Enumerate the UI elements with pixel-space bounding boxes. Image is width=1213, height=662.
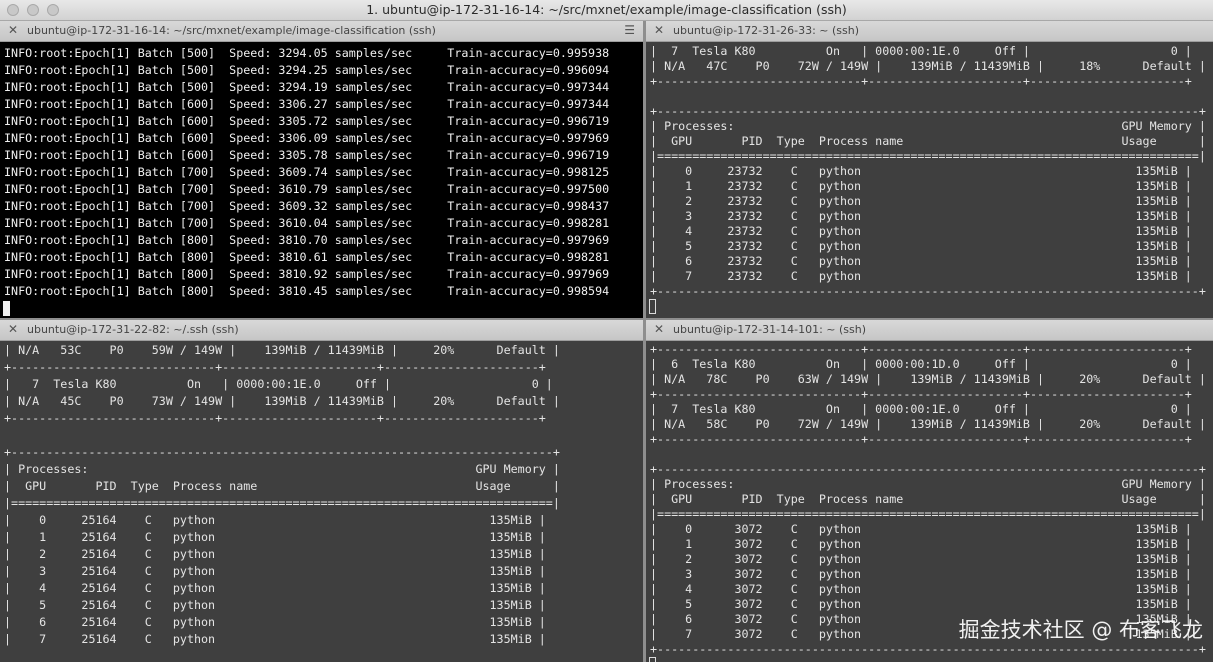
terminal-line: +-----------------------------+---------… [650, 387, 1192, 401]
terminal-cursor [649, 657, 656, 662]
terminal-line: | 5 3072 C python 135MiB | [650, 597, 1192, 611]
terminal-line: INFO:root:Epoch[1] Batch [600] Speed: 33… [4, 114, 610, 128]
pane-title: ubuntu@ip-172-31-22-82: ~/.ssh (ssh) [27, 323, 239, 336]
terminal-line: | 4 25164 C python 135MiB | [4, 581, 546, 595]
terminal-line: | 7 23732 C python 135MiB | [650, 269, 1192, 283]
terminal-line: | 7 25164 C python 135MiB | [4, 632, 546, 646]
terminal-line: | 1 25164 C python 135MiB | [4, 530, 546, 544]
terminal-line: | 1 23732 C python 135MiB | [650, 179, 1192, 193]
terminal-line: | 7 Tesla K80 On | 0000:00:1E.0 Off | 0 … [4, 377, 553, 391]
terminal-line: | N/A 78C P0 63W / 149W | 139MiB / 11439… [650, 372, 1206, 386]
terminal-line: | GPU PID Type Process name Usage | [650, 134, 1206, 148]
terminal-line: +---------------------------------------… [4, 445, 560, 459]
close-icon[interactable]: ✕ [8, 322, 18, 336]
terminal-line: INFO:root:Epoch[1] Batch [500] Speed: 32… [4, 46, 610, 60]
terminal-line: | 4 23732 C python 135MiB | [650, 224, 1192, 238]
close-icon[interactable]: ✕ [654, 23, 664, 37]
pane-divider-vertical[interactable] [643, 21, 646, 662]
terminal-line: +---------------------------------------… [650, 104, 1206, 118]
pane-tab[interactable]: ✕ ubuntu@ip-172-31-14-101: ~ (ssh) [646, 320, 1213, 341]
terminal-line: | N/A 45C P0 73W / 149W | 139MiB / 11439… [4, 394, 560, 408]
terminal-line: INFO:root:Epoch[1] Batch [600] Speed: 33… [4, 148, 610, 162]
window-title: 1. ubuntu@ip-172-31-16-14: ~/src/mxnet/e… [366, 2, 847, 17]
pane-tab[interactable]: ✕ ubuntu@ip-172-31-26-33: ~ (ssh) [646, 21, 1213, 42]
terminal-line: +-----------------------------+---------… [650, 432, 1192, 446]
terminal-line: +---------------------------------------… [650, 284, 1206, 298]
terminal-line: | 2 3072 C python 135MiB | [650, 552, 1192, 566]
terminal-line: | 0 23732 C python 135MiB | [650, 164, 1192, 178]
terminal-line: +---------------------------------------… [650, 462, 1206, 476]
pane-divider-horizontal[interactable] [0, 318, 1213, 320]
terminal-line: |=======================================… [650, 507, 1206, 521]
pane-tab[interactable]: ✕ ubuntu@ip-172-31-22-82: ~/.ssh (ssh) [0, 320, 643, 341]
terminal-output[interactable]: | N/A 53C P0 59W / 149W | 139MiB / 11439… [0, 340, 643, 662]
terminal-line: INFO:root:Epoch[1] Batch [800] Speed: 38… [4, 250, 610, 264]
terminal-line: | 6 25164 C python 135MiB | [4, 615, 546, 629]
terminal-line: | GPU PID Type Process name Usage | [650, 492, 1206, 506]
terminal-line: +---------------------------------------… [650, 642, 1206, 656]
terminal-line: | 2 23732 C python 135MiB | [650, 194, 1192, 208]
terminal-line: | 7 Tesla K80 On | 0000:00:1E.0 Off | 0 … [650, 402, 1192, 416]
window-titlebar: 1. ubuntu@ip-172-31-16-14: ~/src/mxnet/e… [0, 0, 1213, 21]
close-icon[interactable]: ✕ [654, 322, 664, 336]
terminal-line: | 4 3072 C python 135MiB | [650, 582, 1192, 596]
terminal-line: INFO:root:Epoch[1] Batch [600] Speed: 33… [4, 131, 610, 145]
terminal-line: +-----------------------------+---------… [650, 342, 1192, 356]
terminal-output[interactable]: INFO:root:Epoch[1] Batch [500] Speed: 32… [0, 41, 643, 318]
terminal-line: | 1 3072 C python 135MiB | [650, 537, 1192, 551]
pane-title: ubuntu@ip-172-31-26-33: ~ (ssh) [673, 24, 860, 37]
terminal-line: | 2 25164 C python 135MiB | [4, 547, 546, 561]
pane-title: ubuntu@ip-172-31-14-101: ~ (ssh) [673, 323, 867, 336]
pane-tab[interactable]: ✕ ubuntu@ip-172-31-16-14: ~/src/mxnet/ex… [0, 21, 643, 42]
terminal-pane-top-left[interactable]: ✕ ubuntu@ip-172-31-16-14: ~/src/mxnet/ex… [0, 21, 643, 318]
terminal-pane-bottom-left[interactable]: ✕ ubuntu@ip-172-31-22-82: ~/.ssh (ssh) |… [0, 320, 643, 662]
terminal-line: INFO:root:Epoch[1] Batch [700] Speed: 36… [4, 165, 610, 179]
terminal-line: |=======================================… [650, 149, 1206, 163]
terminal-line: | N/A 53C P0 59W / 149W | 139MiB / 11439… [4, 343, 560, 357]
terminal-output[interactable]: | 7 Tesla K80 On | 0000:00:1E.0 Off | 0 … [646, 41, 1213, 318]
terminal-cursor [649, 299, 656, 314]
terminal-line: INFO:root:Epoch[1] Batch [700] Speed: 36… [4, 182, 610, 196]
pane-title: ubuntu@ip-172-31-16-14: ~/src/mxnet/exam… [27, 24, 436, 37]
terminal-pane-top-right[interactable]: ✕ ubuntu@ip-172-31-26-33: ~ (ssh) | 7 Te… [646, 21, 1213, 318]
terminal-line: | N/A 58C P0 72W / 149W | 139MiB / 11439… [650, 417, 1206, 431]
hamburger-menu-icon[interactable]: ☰ [624, 23, 635, 37]
close-icon[interactable]: ✕ [8, 23, 18, 37]
watermark: 掘金技术社区 @ 布客飞龙 [958, 618, 1203, 642]
terminal-line: INFO:root:Epoch[1] Batch [800] Speed: 38… [4, 233, 610, 247]
terminal-line: | Processes: GPU Memory | [4, 462, 560, 476]
terminal-line: | 0 3072 C python 135MiB | [650, 522, 1192, 536]
terminal-line: | 3 3072 C python 135MiB | [650, 567, 1192, 581]
terminal-line: | 7 Tesla K80 On | 0000:00:1E.0 Off | 0 … [650, 44, 1192, 58]
terminal-line: INFO:root:Epoch[1] Batch [700] Speed: 36… [4, 216, 610, 230]
terminal-line: INFO:root:Epoch[1] Batch [700] Speed: 36… [4, 199, 610, 213]
terminal-cursor [3, 301, 10, 316]
terminal-line: +-----------------------------+---------… [4, 411, 546, 425]
terminal-line: | 5 23732 C python 135MiB | [650, 239, 1192, 253]
terminal-line: | 3 23732 C python 135MiB | [650, 209, 1192, 223]
terminal-line: INFO:root:Epoch[1] Batch [800] Speed: 38… [4, 284, 610, 298]
terminal-line: | Processes: GPU Memory | [650, 119, 1206, 133]
terminal-line: | 5 25164 C python 135MiB | [4, 598, 546, 612]
terminal-line: |=======================================… [4, 496, 560, 510]
terminal-line: | 6 Tesla K80 On | 0000:00:1D.0 Off | 0 … [650, 357, 1192, 371]
terminal-line: | 3 25164 C python 135MiB | [4, 564, 546, 578]
terminal-line: INFO:root:Epoch[1] Batch [500] Speed: 32… [4, 63, 610, 77]
terminal-line: | 6 23732 C python 135MiB | [650, 254, 1192, 268]
terminal-line: INFO:root:Epoch[1] Batch [800] Speed: 38… [4, 267, 610, 281]
terminal-line: | N/A 47C P0 72W / 149W | 139MiB / 11439… [650, 59, 1206, 73]
terminal-pane-bottom-right[interactable]: ✕ ubuntu@ip-172-31-14-101: ~ (ssh) +----… [646, 320, 1213, 662]
terminal-line: +-----------------------------+---------… [650, 74, 1192, 88]
terminal-line: | Processes: GPU Memory | [650, 477, 1206, 491]
terminal-line: INFO:root:Epoch[1] Batch [600] Speed: 33… [4, 97, 610, 111]
terminal-line: INFO:root:Epoch[1] Batch [500] Speed: 32… [4, 80, 610, 94]
terminal-line: | 0 25164 C python 135MiB | [4, 513, 546, 527]
terminal-line: | GPU PID Type Process name Usage | [4, 479, 560, 493]
terminal-line: +-----------------------------+---------… [4, 360, 546, 374]
